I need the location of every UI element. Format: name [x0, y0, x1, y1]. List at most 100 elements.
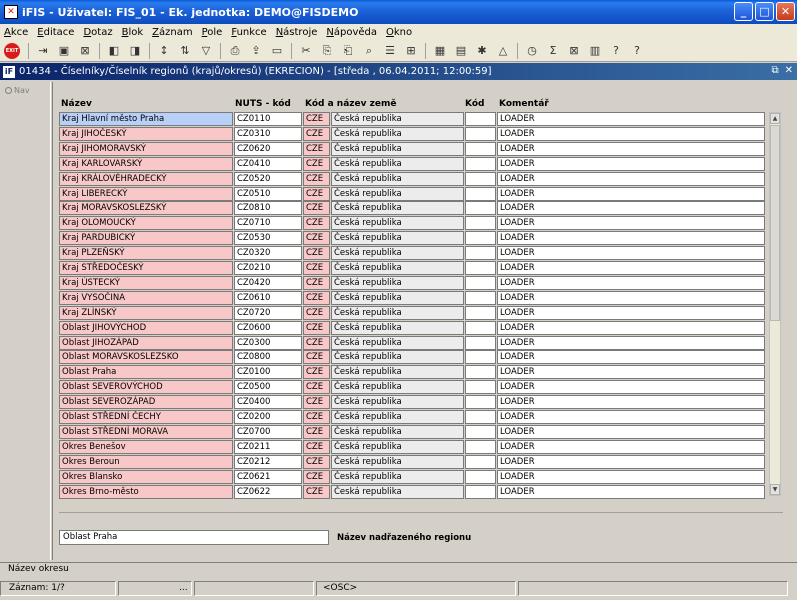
country-code-field[interactable]: CZE	[303, 454, 330, 469]
nuts-field[interactable]: CZ0310	[234, 126, 302, 141]
nuts-field[interactable]: CZ0410	[234, 156, 302, 171]
country-code-field[interactable]: CZE	[303, 439, 330, 454]
country-name-field[interactable]: Česká republika	[331, 275, 464, 290]
name-field[interactable]: Kraj Hlavní město Praha	[59, 112, 233, 126]
list-icon[interactable]: ☰	[380, 42, 400, 60]
kod-field[interactable]	[465, 335, 496, 350]
nuts-field[interactable]: CZ0400	[234, 395, 302, 410]
name-field[interactable]: Oblast MORAVSKOSLEZSKO	[59, 350, 233, 365]
country-name-field[interactable]: Česká republika	[331, 126, 464, 141]
nuts-field[interactable]: CZ0100	[234, 365, 302, 380]
table-row[interactable]: Oblast MORAVSKOSLEZSKO CZ0800 CZE Česká rep…	[53, 350, 793, 365]
country-name-field[interactable]: Česká republika	[331, 246, 464, 261]
country-name-field[interactable]: Česká republika	[331, 424, 464, 439]
country-code-field[interactable]: CZE	[303, 395, 330, 410]
clock-icon[interactable]: ◷	[522, 42, 542, 60]
maximize-button[interactable]: □	[755, 2, 774, 21]
grid-icon[interactable]: ⊞	[401, 42, 421, 60]
comment-field[interactable]: LOADER	[497, 246, 765, 261]
nuts-field[interactable]: CZ0110	[234, 112, 302, 126]
table-row[interactable]: Oblast Praha CZ0100 CZE Česká republika LOAD…	[53, 365, 793, 380]
country-name-field[interactable]: Česká republika	[331, 216, 464, 231]
kod-field[interactable]	[465, 424, 496, 439]
comment-field[interactable]: LOADER	[497, 201, 765, 216]
minimize-button[interactable]: _	[734, 2, 753, 21]
sort-desc-icon[interactable]: ⇅	[175, 42, 195, 60]
country-name-field[interactable]: Česká republika	[331, 156, 464, 171]
menu-blok[interactable]: Blok	[122, 27, 144, 38]
comment-field[interactable]: LOADER	[497, 320, 765, 335]
country-name-field[interactable]: Česká republika	[331, 290, 464, 305]
nuts-field[interactable]: CZ0210	[234, 261, 302, 275]
table-row[interactable]: Kraj JIHOMORAVSKÝ CZ0620 CZE Česká republik…	[53, 141, 793, 156]
country-code-field[interactable]: CZE	[303, 141, 330, 156]
kod-field[interactable]	[465, 454, 496, 469]
name-field[interactable]: Oblast SEVEROVÝCHOD	[59, 380, 233, 395]
table-row[interactable]: Oblast SEVEROVÝCHOD CZ0500 CZE Česká republ…	[53, 380, 793, 395]
kod-field[interactable]	[465, 380, 496, 395]
kod-field[interactable]	[465, 216, 496, 231]
comment-field[interactable]: LOADER	[497, 216, 765, 231]
nav-tab[interactable]: Nav	[3, 82, 50, 99]
menu-nastroje[interactable]: Nástroje	[276, 27, 318, 38]
comment-field[interactable]: LOADER	[497, 484, 765, 499]
comment-field[interactable]: LOADER	[497, 141, 765, 156]
menu-dotaz[interactable]: Dotaz	[83, 27, 112, 38]
kod-field[interactable]	[465, 410, 496, 424]
menu-pole[interactable]: Pole	[202, 27, 223, 38]
table-row[interactable]: Kraj VYSOČINA CZ0610 CZE Česká republika LOA…	[53, 290, 793, 305]
name-field[interactable]: Kraj MORAVSKOSLEZSKÝ	[59, 201, 233, 216]
name-field[interactable]: Kraj PARDUBICKÝ	[59, 231, 233, 246]
nuts-field[interactable]: CZ0520	[234, 171, 302, 186]
nuts-field[interactable]: CZ0810	[234, 201, 302, 216]
kod-field[interactable]	[465, 156, 496, 171]
table-row[interactable]: Kraj ÚSTECKÝ CZ0420 CZE Česká republika LOAD…	[53, 275, 793, 290]
scroll-down-icon[interactable]: ▼	[770, 484, 780, 495]
sort-asc-icon[interactable]: ↕	[154, 42, 174, 60]
nuts-field[interactable]: CZ0510	[234, 186, 302, 201]
nuts-field[interactable]: CZ0420	[234, 275, 302, 290]
name-field[interactable]: Kraj JIHOMORAVSKÝ	[59, 141, 233, 156]
kod-field[interactable]	[465, 171, 496, 186]
name-field[interactable]: Oblast JIHOZÁPAD	[59, 335, 233, 350]
nuts-field[interactable]: CZ0621	[234, 469, 302, 484]
close-button[interactable]: ✕	[776, 2, 795, 21]
kod-field[interactable]	[465, 261, 496, 275]
nuts-field[interactable]: CZ0530	[234, 231, 302, 246]
country-name-field[interactable]: Česká republika	[331, 112, 464, 126]
table-row[interactable]: Kraj PARDUBICKÝ CZ0530 CZE Česká republika L…	[53, 231, 793, 246]
nuts-field[interactable]: CZ0700	[234, 424, 302, 439]
kod-field[interactable]	[465, 201, 496, 216]
name-field[interactable]: Kraj LIBERECKÝ	[59, 186, 233, 201]
chart-icon[interactable]: ▥	[585, 42, 605, 60]
kod-field[interactable]	[465, 320, 496, 335]
country-name-field[interactable]: Česká republika	[331, 454, 464, 469]
country-code-field[interactable]: CZE	[303, 171, 330, 186]
name-field[interactable]: Kraj ZLÍNSKÝ	[59, 305, 233, 320]
cut-icon[interactable]: ✂	[296, 42, 316, 60]
comment-field[interactable]: LOADER	[497, 410, 765, 424]
filter-icon[interactable]: ▽	[196, 42, 216, 60]
name-field[interactable]: Kraj PLZEŇSKÝ	[59, 246, 233, 261]
name-field[interactable]: Kraj OLOMOUCKÝ	[59, 216, 233, 231]
comment-field[interactable]: LOADER	[497, 335, 765, 350]
name-field[interactable]: Kraj STŘEDOČESKÝ	[59, 261, 233, 275]
comment-field[interactable]: LOADER	[497, 439, 765, 454]
nuts-field[interactable]: CZ0622	[234, 484, 302, 499]
kod-field[interactable]	[465, 439, 496, 454]
name-field[interactable]: Oblast JIHOVÝCHOD	[59, 320, 233, 335]
country-code-field[interactable]: CZE	[303, 246, 330, 261]
country-code-field[interactable]: CZE	[303, 275, 330, 290]
menu-napoveda[interactable]: Nápověda	[326, 27, 377, 38]
print-icon[interactable]: ⎙	[225, 42, 245, 60]
comment-field[interactable]: LOADER	[497, 275, 765, 290]
table-row[interactable]: Oblast SEVEROZÁPAD CZ0400 CZE Česká republi…	[53, 395, 793, 410]
nuts-field[interactable]: CZ0212	[234, 454, 302, 469]
country-code-field[interactable]: CZE	[303, 335, 330, 350]
table-row[interactable]: Kraj LIBERECKÝ CZ0510 CZE Česká republika LO…	[53, 186, 793, 201]
help-book-icon[interactable]: ?	[606, 42, 626, 60]
nuts-field[interactable]: CZ0200	[234, 410, 302, 424]
name-field[interactable]: Okres Blansko	[59, 469, 233, 484]
country-name-field[interactable]: Česká republika	[331, 231, 464, 246]
kod-field[interactable]	[465, 141, 496, 156]
